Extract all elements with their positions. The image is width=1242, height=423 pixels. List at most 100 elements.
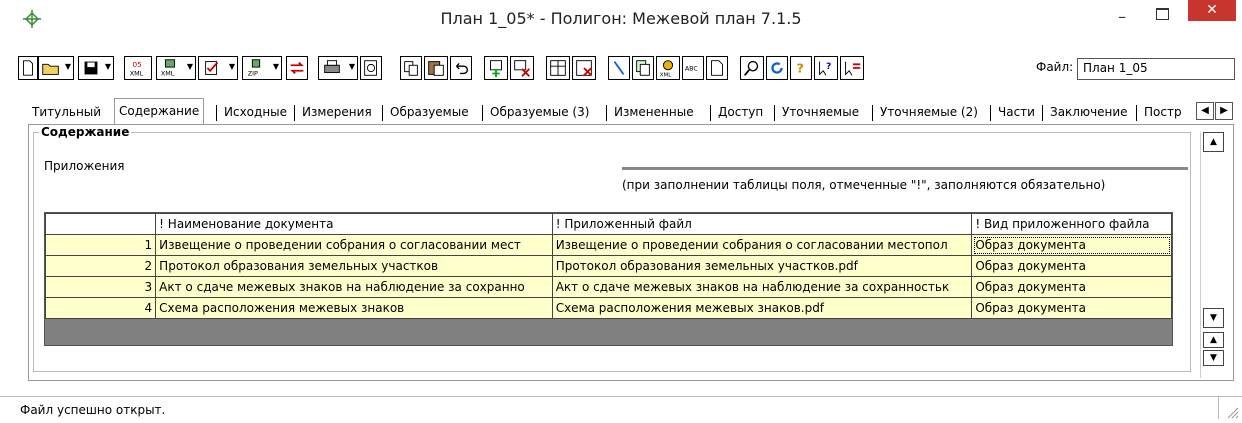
document-icon [711, 60, 723, 76]
copy-data-button[interactable] [632, 56, 654, 80]
tab-separator [774, 105, 775, 121]
row-number[interactable]: 2 [44, 255, 157, 277]
search-button[interactable] [740, 56, 764, 80]
tab-zaklyuchenie[interactable]: Заключение [1046, 102, 1132, 124]
scroll-down-icon[interactable]: ▼ [1203, 308, 1224, 328]
header-file-kind[interactable]: ! Вид приложенного файла [971, 213, 1172, 235]
open-button[interactable] [38, 56, 74, 80]
new-document-icon [23, 60, 33, 76]
import-xml-button[interactable]: XML [156, 56, 196, 80]
row-number[interactable]: 1 [44, 234, 157, 256]
cell-file-kind[interactable]: Образ документа [971, 297, 1172, 319]
svg-text:XML: XML [660, 72, 673, 78]
whats-this-button[interactable] [840, 56, 864, 80]
zip-icon: ZIP [248, 59, 261, 77]
tab-separator [1042, 105, 1043, 121]
maximize-button[interactable] [1148, 4, 1176, 24]
tab-separator [1136, 105, 1137, 121]
tab-utochnyaemye-2[interactable]: Уточняемые (2) [876, 102, 982, 124]
header-attached-file[interactable]: ! Приложенный файл [551, 213, 973, 235]
cell-attached-file[interactable]: Протокол образования земельных участков.… [551, 255, 973, 277]
delete-row-icon [514, 60, 530, 77]
separator-line [622, 167, 1188, 170]
pointer-button[interactable] [608, 56, 630, 80]
file-name-field[interactable]: План 1_05 [1077, 58, 1235, 80]
row-number[interactable]: 4 [44, 297, 157, 319]
tab-titulny[interactable]: Титульный [28, 102, 105, 124]
tab-obrazuemye-3[interactable]: Образуемые (3) [486, 102, 593, 124]
import-xml-icon: XML [161, 59, 176, 77]
table-row[interactable]: 4 Схема расположения межевых знаков Схем… [44, 297, 1172, 319]
tab-izmereniya[interactable]: Измерения [298, 102, 376, 124]
tab-utochnyaemye[interactable]: Уточняемые [778, 102, 863, 124]
undo-button[interactable] [450, 56, 472, 80]
refresh-button[interactable] [766, 56, 788, 80]
paste-button[interactable] [424, 56, 448, 80]
search-icon [743, 60, 759, 76]
cell-document-name[interactable]: Акт о сдаче межевых знаков на наблюдение… [155, 276, 553, 298]
header-document-name[interactable]: ! Наименование документа [155, 213, 553, 235]
help-button[interactable]: ? [790, 56, 812, 80]
context-help-button[interactable]: ? [814, 56, 838, 80]
spellcheck-icon: ABC [685, 66, 699, 73]
add-row-button[interactable] [484, 56, 508, 80]
print-preview-button[interactable] [360, 56, 382, 80]
tab-soderzhanie[interactable]: Содержание [114, 98, 205, 124]
print-icon [324, 60, 340, 74]
vertical-scrollbar[interactable]: ▲ ▼ ▲ ▼ [1200, 132, 1226, 378]
print-preview-icon [364, 60, 377, 76]
insert-table-button[interactable] [546, 56, 570, 80]
cell-attached-file[interactable]: Акт о сдаче межевых знаков на наблюдение… [551, 276, 973, 298]
row-number[interactable]: 3 [44, 276, 157, 298]
resize-grip-icon[interactable] [1225, 405, 1239, 419]
toolbar: 05XML XML ZIP XML [0, 56, 1242, 84]
delete-table-icon [576, 60, 592, 76]
svg-text:ZIP: ZIP [248, 69, 258, 77]
cell-document-name[interactable]: Извещение о проведении собрания о соглас… [155, 234, 553, 256]
table-row[interactable]: 3 Акт о сдаче межевых знаков на наблюден… [44, 276, 1172, 298]
table-row[interactable]: 1 Извещение о проведении собрания о согл… [44, 234, 1172, 256]
context-help-icon: ? [819, 61, 831, 76]
cell-file-kind[interactable]: Образ документа [971, 276, 1172, 298]
insert-table-icon [550, 60, 566, 76]
minimize-button[interactable]: – [1108, 9, 1136, 28]
cell-file-kind[interactable]: Образ документа [971, 234, 1172, 256]
tab-separator [872, 105, 873, 121]
cell-attached-file[interactable]: Схема расположения межевых знаков.pdf [551, 297, 973, 319]
check-button[interactable] [198, 56, 238, 80]
xml-cert-button[interactable]: XML [656, 56, 680, 80]
save-button[interactable] [78, 56, 114, 80]
copy-data-icon [636, 60, 650, 76]
cell-file-kind[interactable]: Образ документа [971, 255, 1172, 277]
undo-icon [455, 62, 469, 75]
cell-attached-file[interactable]: Извещение о проведении собрания о соглас… [551, 234, 973, 256]
new-document-button[interactable] [18, 56, 38, 80]
tab-iskhodnye[interactable]: Исходные [220, 102, 291, 124]
delete-row-button[interactable] [510, 56, 534, 80]
tab-dostup[interactable]: Доступ [714, 102, 767, 124]
svg-text:XML: XML [130, 69, 144, 77]
tab-postr[interactable]: Постр [1140, 102, 1186, 124]
delete-table-button[interactable] [572, 56, 596, 80]
zip-button[interactable]: ZIP [242, 56, 282, 80]
cell-document-name[interactable]: Протокол образования земельных участков [155, 255, 553, 277]
table-row[interactable]: 2 Протокол образования земельных участко… [44, 255, 1172, 277]
svg-text:?: ? [796, 61, 803, 76]
tab-chasti[interactable]: Части [994, 102, 1039, 124]
spellcheck-button[interactable]: ABC [682, 56, 704, 80]
tab-izmenennye[interactable]: Измененные [610, 102, 698, 124]
scroll-up-icon[interactable]: ▲ [1203, 132, 1224, 152]
help-icon: ? [796, 61, 803, 76]
scroll-down-small-icon[interactable]: ▼ [1203, 350, 1224, 366]
tab-obrazuemye[interactable]: Образуемые [386, 102, 473, 124]
tab-scroll-right-icon[interactable]: ▶ [1215, 102, 1233, 120]
print-button[interactable] [318, 56, 358, 80]
sync-button[interactable] [286, 56, 308, 80]
tab-scroll-left-icon[interactable]: ◀ [1196, 102, 1214, 120]
copy-button[interactable] [400, 56, 422, 80]
cell-document-name[interactable]: Схема расположения межевых знаков [155, 297, 553, 319]
scroll-up-small-icon[interactable]: ▲ [1203, 332, 1224, 348]
export-xml-button[interactable]: 05 XML [124, 56, 152, 80]
document-button[interactable] [706, 56, 728, 80]
close-button[interactable]: ✕ [1188, 0, 1236, 21]
